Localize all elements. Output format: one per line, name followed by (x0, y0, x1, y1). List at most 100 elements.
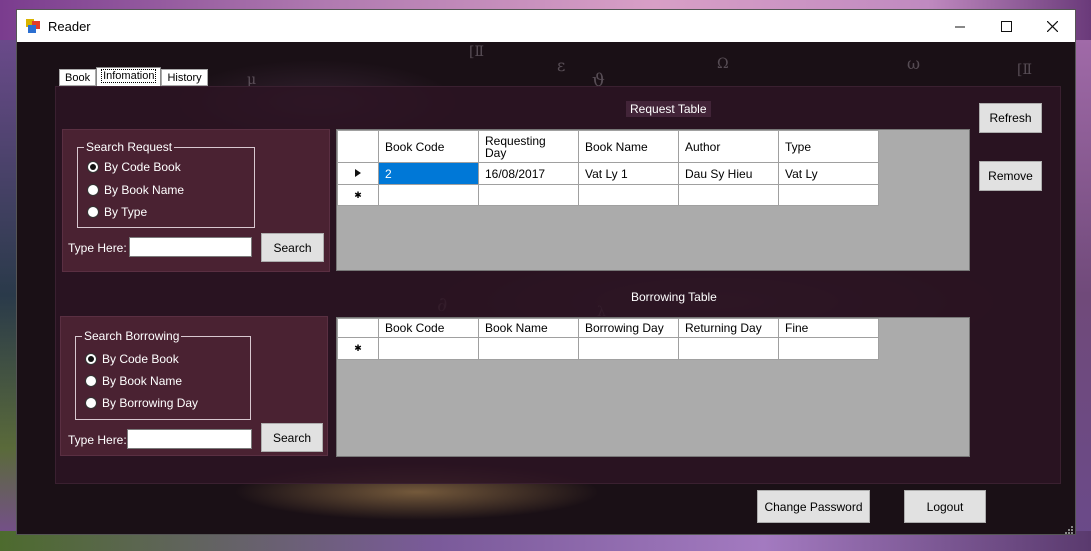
radio-label: By Code Book (102, 352, 179, 366)
type-here-label: Type Here: (68, 241, 127, 255)
table-cell[interactable] (378, 184, 479, 206)
search-borrowing-panel: Search Borrowing By Code Book By Book Na… (60, 316, 328, 456)
table-cell[interactable] (678, 337, 779, 360)
column-header[interactable]: Returning Day (678, 318, 779, 338)
tab-infomation[interactable]: Infomation (96, 67, 162, 86)
row-header[interactable] (337, 162, 379, 185)
table-cell[interactable] (578, 337, 679, 360)
column-header[interactable]: Author (678, 130, 779, 163)
radio-button[interactable] (87, 206, 99, 218)
row-header[interactable]: ✱ (337, 337, 379, 360)
radio-button[interactable] (85, 353, 97, 365)
radio-by-code-book[interactable]: By Code Book (85, 352, 179, 366)
row-header-corner (337, 130, 379, 163)
background-glyph: [Ⅱ (1017, 62, 1032, 78)
refresh-button[interactable]: Refresh (979, 103, 1042, 133)
column-header[interactable]: Fine (778, 318, 879, 338)
column-header[interactable]: Requesting Day (478, 130, 579, 163)
table-cell[interactable] (578, 184, 679, 206)
search-borrowing-group: Search Borrowing By Code Book By Book Na… (75, 329, 251, 420)
tab-book[interactable]: Book (59, 69, 97, 86)
column-header[interactable]: Book Name (578, 130, 679, 163)
client-area: [Ⅱ ε ϑ Ω ω [Ⅱ μ ∂ λ Book Infomation Hist… (17, 42, 1075, 534)
row-pointer-icon (355, 168, 361, 177)
change-password-button[interactable]: Change Password (757, 490, 870, 523)
background-glyph: ε (557, 56, 566, 75)
search-borrowing-legend: Search Borrowing (82, 329, 182, 343)
close-button[interactable] (1029, 10, 1075, 42)
table-cell[interactable]: Dau Sy Hieu (678, 162, 779, 185)
borrowing-data-grid[interactable]: Book Code Book Name Borrowing Day Return… (336, 317, 970, 457)
tab-history[interactable]: History (161, 69, 208, 86)
borrowing-header-row: Book Code Book Name Borrowing Day Return… (337, 318, 879, 338)
search-borrowing-button[interactable]: Search (261, 423, 323, 452)
new-row-asterisk-icon: ✱ (354, 343, 362, 353)
table-cell[interactable]: Vat Ly (778, 162, 879, 185)
table-cell[interactable] (778, 337, 879, 360)
tab-history-label: History (167, 72, 202, 84)
search-request-group: Search Request By Code Book By Book Name… (77, 140, 255, 228)
new-row[interactable]: ✱ (337, 184, 879, 206)
radio-button[interactable] (85, 375, 97, 387)
table-cell[interactable] (678, 184, 779, 206)
radio-by-code-book[interactable]: By Code Book (87, 160, 181, 174)
tab-book-label: Book (65, 72, 91, 84)
radio-label: By Type (104, 205, 148, 219)
column-header[interactable]: Borrowing Day (578, 318, 679, 338)
request-data-grid[interactable]: Book Code Requesting Day Book Name Autho… (336, 129, 970, 271)
request-header-row: Book Code Requesting Day Book Name Autho… (337, 130, 879, 163)
radio-by-book-name[interactable]: By Book Name (87, 183, 184, 197)
maximize-button[interactable] (983, 10, 1029, 42)
radio-by-type[interactable]: By Type (87, 205, 147, 219)
resize-grip-icon[interactable] (1063, 524, 1073, 534)
radio-button[interactable] (85, 397, 97, 409)
remove-button[interactable]: Remove (979, 161, 1042, 191)
new-row[interactable]: ✱ (337, 337, 879, 360)
radio-button[interactable] (87, 184, 99, 196)
search-request-input[interactable] (129, 237, 252, 257)
desktop-background-right (1075, 40, 1091, 551)
close-icon (1046, 20, 1058, 32)
table-row[interactable]: 2 16/08/2017 Vat Ly 1 Dau Sy Hieu Vat Ly (337, 162, 879, 185)
type-here-label: Type Here: (68, 433, 127, 447)
logout-button[interactable]: Logout (904, 490, 986, 523)
search-request-panel: Search Request By Code Book By Book Name… (62, 129, 330, 272)
column-header[interactable]: Book Code (378, 130, 479, 163)
search-request-legend: Search Request (84, 140, 175, 154)
column-header[interactable]: Type (778, 130, 879, 163)
column-header[interactable]: Book Name (478, 318, 579, 338)
background-glyph: Ω (717, 56, 729, 72)
radio-by-book-name[interactable]: By Book Name (85, 374, 182, 388)
minimize-icon (954, 26, 965, 27)
column-header[interactable]: Book Code (378, 318, 479, 338)
table-cell[interactable]: Vat Ly 1 (578, 162, 679, 185)
row-header[interactable]: ✱ (337, 184, 379, 206)
reader-window: Reader [Ⅱ ε ϑ Ω ω [Ⅱ μ ∂ λ Book Infomati… (16, 9, 1076, 535)
minimize-button[interactable] (937, 10, 983, 42)
borrowing-table-title: Borrowing Table (631, 290, 717, 304)
title-bar: Reader (17, 10, 1075, 42)
search-borrowing-input[interactable] (127, 429, 252, 449)
background-glyph: [Ⅱ (469, 44, 484, 60)
table-cell[interactable]: 16/08/2017 (478, 162, 579, 185)
radio-button[interactable] (87, 161, 99, 173)
radio-by-borrowing-day[interactable]: By Borrowing Day (85, 396, 198, 410)
radio-label: By Book Name (102, 374, 183, 388)
request-table-title: Request Table (626, 101, 711, 117)
table-cell[interactable] (478, 337, 579, 360)
radio-label: By Code Book (104, 160, 181, 174)
radio-label: By Borrowing Day (102, 396, 199, 410)
tab-strip: Book Infomation History (59, 67, 208, 86)
table-cell[interactable] (778, 184, 879, 206)
new-row-asterisk-icon: ✱ (354, 189, 362, 200)
infomation-tab-page: Request Table Search Request By Code Boo… (55, 86, 1061, 484)
window-title: Reader (48, 18, 91, 34)
borrowing-table: Book Code Book Name Borrowing Day Return… (337, 318, 879, 360)
table-cell[interactable] (478, 184, 579, 206)
table-cell[interactable]: 2 (378, 162, 479, 185)
column-header-label: Requesting Day (485, 133, 546, 160)
search-request-button[interactable]: Search (261, 233, 324, 262)
table-cell[interactable] (378, 337, 479, 360)
request-table: Book Code Requesting Day Book Name Autho… (337, 130, 879, 206)
maximize-icon (1000, 20, 1012, 32)
